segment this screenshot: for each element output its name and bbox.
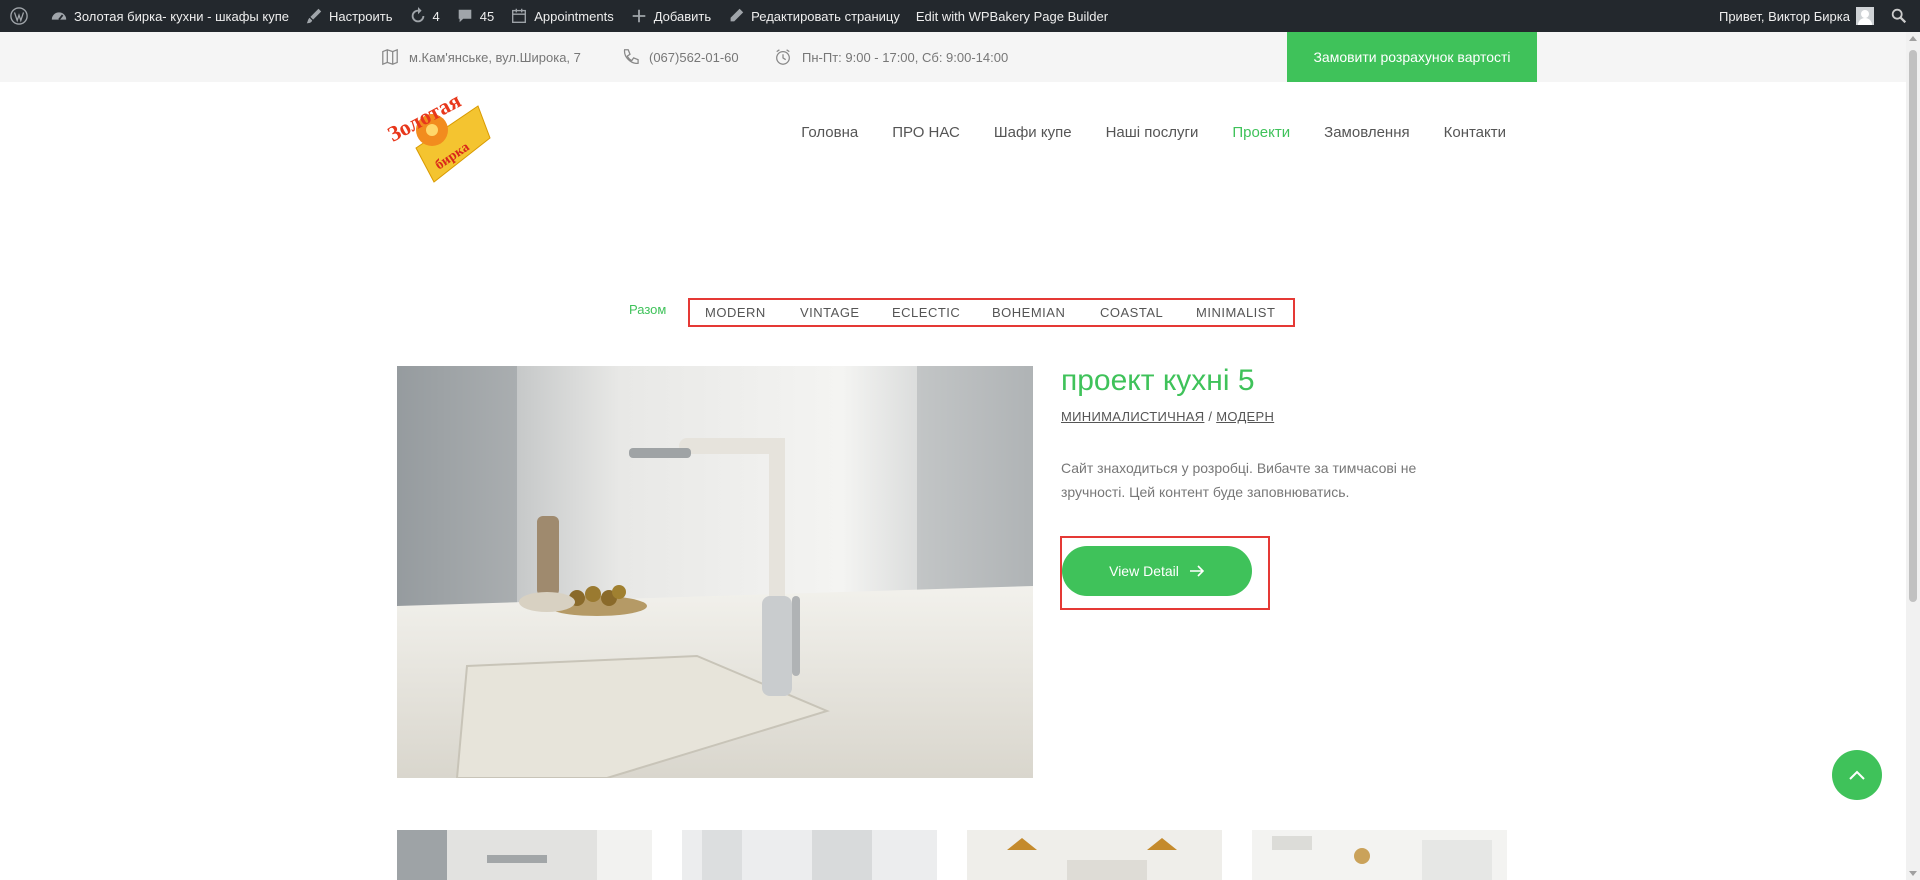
filter-highlight-box: MODERN VINTAGE ECLECTIC BOHEMIAN COASTAL…: [688, 298, 1295, 327]
updates-link[interactable]: 4: [401, 0, 448, 32]
portfolio-filter: Разом MODERN VINTAGE ECLECTIC BOHEMIAN C…: [0, 298, 1920, 327]
plus-icon: [632, 9, 646, 23]
nav-order[interactable]: Замовлення: [1324, 124, 1409, 141]
admin-bar: Золотая бирка- кухни - шкафы купе Настро…: [0, 0, 1920, 32]
project-thumbnail-4[interactable]: [1252, 830, 1507, 880]
project-thumbnail-3[interactable]: [967, 830, 1222, 880]
edit-page-label: Редактировать страницу: [751, 8, 900, 24]
search-icon: [1891, 8, 1907, 24]
nav-services[interactable]: Наші послуги: [1106, 124, 1199, 141]
filter-all[interactable]: Разом: [629, 302, 666, 317]
comments-link[interactable]: 45: [448, 0, 502, 32]
customize-label: Настроить: [328, 8, 393, 24]
site-logo[interactable]: Золотая бирка: [383, 86, 494, 184]
chevron-up-icon: [1849, 770, 1865, 780]
wpbakery-label: Edit with WPBakery Page Builder: [915, 8, 1109, 24]
page-scrollbar[interactable]: [1906, 32, 1920, 880]
request-quote-button[interactable]: Замовити розрахунок вартості: [1287, 32, 1537, 82]
kitchen-faucet-photo: [397, 366, 1033, 778]
thumbnail-image: [1252, 830, 1507, 880]
filter-minimalist[interactable]: MINIMALIST: [1196, 305, 1275, 320]
address-info: м.Кам'янське, вул.Широка, 7: [381, 32, 581, 82]
filter-modern[interactable]: MODERN: [705, 305, 766, 320]
main-nav: Головна ПРО НАС Шафи купе Наші послуги П…: [767, 112, 1506, 152]
project-image[interactable]: [397, 366, 1033, 778]
nav-contacts[interactable]: Контакти: [1444, 124, 1506, 141]
clock-icon: [776, 49, 790, 65]
category-minimalist-link[interactable]: МИНИМАЛИСТИЧНАЯ: [1061, 409, 1204, 424]
project-description: Сайт знаходиться у розробці. Вибачте за …: [1061, 460, 1417, 500]
filter-vintage[interactable]: VINTAGE: [800, 305, 860, 320]
scroll-up-arrow[interactable]: [1909, 36, 1917, 41]
appointments-link[interactable]: Appointments: [502, 0, 622, 32]
hours-info: Пн-Пт: 9:00 - 17:00, Сб: 9:00-14:00: [774, 32, 1008, 82]
nav-projects[interactable]: Проекти: [1232, 124, 1290, 141]
project-title[interactable]: проект кухні 5: [1061, 364, 1255, 398]
updates-icon: [411, 7, 424, 23]
appointments-label: Appointments: [534, 8, 614, 24]
wpbakery-link[interactable]: Edit with WPBakery Page Builder: [908, 0, 1116, 32]
admin-search-button[interactable]: [1882, 0, 1920, 32]
project-categories: МИНИМАЛИСТИЧНАЯ / МОДЕРН: [1061, 409, 1274, 424]
category-modern-link[interactable]: МОДЕРН: [1216, 409, 1274, 424]
nav-home[interactable]: Головна: [801, 124, 858, 141]
customize-link[interactable]: Настроить: [297, 0, 401, 32]
phone-icon: [623, 49, 639, 64]
pencil-icon: [730, 8, 744, 22]
view-detail-label: View Detail: [1109, 563, 1179, 579]
category-separator: /: [1208, 409, 1213, 424]
avatar: [1856, 7, 1874, 25]
top-info-bar: м.Кам'янське, вул.Широка, 7 (067)562-01-…: [0, 32, 1906, 82]
hours-text: Пн-Пт: 9:00 - 17:00, Сб: 9:00-14:00: [802, 49, 1009, 65]
address-text: м.Кам'янське, вул.Широка, 7: [409, 49, 581, 65]
project-thumbnail-1[interactable]: [397, 830, 652, 880]
filter-eclectic[interactable]: ECLECTIC: [892, 305, 960, 320]
wordpress-logo-button[interactable]: [0, 0, 42, 32]
nav-wardrobes[interactable]: Шафи купе: [994, 124, 1072, 141]
comment-icon: [458, 9, 472, 23]
scroll-down-arrow[interactable]: [1909, 871, 1917, 876]
wordpress-icon: [10, 7, 28, 25]
add-new-label: Добавить: [653, 8, 712, 24]
greeting-label: Привет, Виктор Бирка: [1718, 8, 1850, 24]
updates-count: 4: [432, 8, 440, 24]
logo-image: Золотая бирка: [383, 87, 491, 183]
add-new-link[interactable]: Добавить: [622, 0, 719, 32]
thumbnail-image: [967, 830, 1222, 880]
thumbnail-image: [682, 830, 937, 880]
arrow-right-icon: [1189, 565, 1205, 577]
view-detail-button[interactable]: View Detail: [1062, 546, 1252, 596]
account-menu[interactable]: Привет, Виктор Бирка: [1711, 0, 1882, 32]
phone-info: (067)562-01-60: [621, 32, 739, 82]
calendar-icon: [512, 8, 527, 23]
dashboard-icon: [51, 12, 67, 21]
phone-text: (067)562-01-60: [649, 49, 739, 65]
project-thumbnail-2[interactable]: [682, 830, 937, 880]
site-name-link[interactable]: Золотая бирка- кухни - шкафы купе: [42, 0, 297, 32]
brush-icon: [306, 8, 322, 24]
back-to-top-button[interactable]: [1832, 750, 1882, 800]
request-quote-label: Замовити розрахунок вартості: [1313, 49, 1511, 65]
thumbnail-image: [397, 830, 652, 880]
comments-count: 45: [479, 8, 495, 24]
edit-page-link[interactable]: Редактировать страницу: [719, 0, 908, 32]
site-name-label: Золотая бирка- кухни - шкафы купе: [74, 8, 289, 24]
map-icon: [382, 48, 398, 66]
scrollbar-thumb[interactable]: [1909, 50, 1917, 602]
filter-coastal[interactable]: COASTAL: [1100, 305, 1163, 320]
nav-about[interactable]: ПРО НАС: [892, 124, 960, 141]
filter-bohemian[interactable]: BOHEMIAN: [992, 305, 1065, 320]
